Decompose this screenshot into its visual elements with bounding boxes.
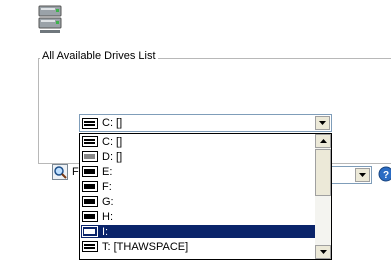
list-item-label: F: [102, 180, 112, 193]
drive-icon [82, 117, 98, 129]
list-item-label: C: [] [102, 135, 123, 148]
svg-text:?: ? [383, 170, 389, 181]
drive-icon [82, 226, 98, 237]
list-item-label: T: [THAWSPACE] [102, 240, 189, 253]
drive-select-dropdown-button[interactable] [315, 116, 330, 130]
drive-icon [82, 211, 98, 222]
scrollbar-thumb[interactable] [315, 149, 331, 196]
list-item-label: G: [102, 195, 114, 208]
list-item-drive-h[interactable]: H: [81, 210, 315, 223]
drive-dropdown-list: C: [] D: [] E: F: G: H: I: T: [THAWSPACE… [79, 133, 332, 260]
list-item-label: I: [102, 225, 109, 238]
chevron-down-icon [319, 121, 326, 125]
list-item-drive-g[interactable]: G: [81, 195, 315, 208]
list-item-label: E: [102, 165, 113, 178]
list-item-label: H: [102, 210, 113, 223]
list-item-label: D: [] [102, 150, 123, 163]
chevron-down-icon [319, 250, 327, 254]
drive-icon [82, 196, 98, 207]
list-item-drive-d[interactable]: D: [] [81, 150, 315, 163]
partial-label: F [72, 166, 79, 178]
lower-select-dropdown-button[interactable] [355, 168, 370, 182]
drive-icon [82, 181, 98, 192]
chevron-down-icon [359, 173, 366, 177]
server-icon [38, 5, 62, 33]
chevron-up-icon [319, 139, 327, 143]
drive-icon [82, 151, 98, 162]
help-icon[interactable]: ? [378, 166, 391, 182]
list-item-drive-c[interactable]: C: [] [81, 135, 315, 148]
lower-select[interactable] [332, 166, 372, 184]
list-item-drive-e[interactable]: E: [81, 165, 315, 178]
list-item-drive-t[interactable]: T: [THAWSPACE] [81, 240, 315, 253]
scroll-up-button[interactable] [315, 134, 331, 148]
list-item-drive-i[interactable]: I: [81, 225, 315, 238]
groupbox-title: All Available Drives List [40, 50, 158, 63]
drive-icon [82, 166, 98, 177]
drive-select-value: C: [] [102, 117, 123, 129]
drive-icon [82, 136, 98, 147]
scroll-down-button[interactable] [315, 245, 331, 259]
dropdown-scrollbar[interactable] [315, 134, 331, 259]
drive-select[interactable]: C: [] [79, 114, 332, 132]
search-icon[interactable] [52, 164, 68, 180]
list-item-drive-f[interactable]: F: [81, 180, 315, 193]
drive-icon [82, 241, 98, 252]
